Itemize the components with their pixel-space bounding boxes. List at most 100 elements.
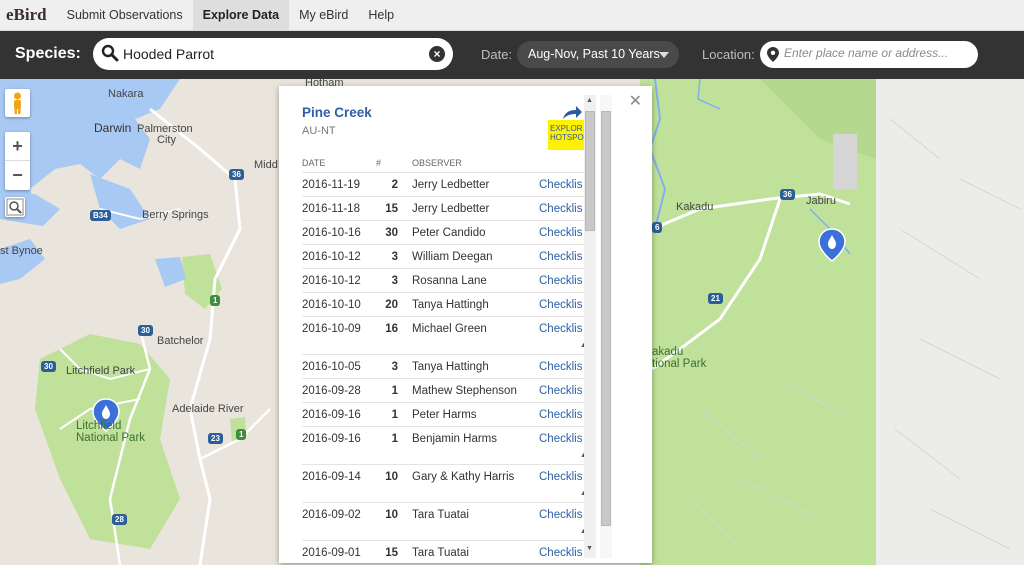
table-scrollbar[interactable]: ▲ ▼ [584,95,596,558]
row-date: 2016-10-10 [302,299,361,311]
map-label-litchfield-np-1: Litchfield [76,420,122,432]
row-count: 3 [391,275,398,287]
row-date: 2016-10-12 [302,275,361,287]
search-icon [101,44,119,62]
zoom-out-button[interactable]: − [5,161,30,190]
row-date: 2016-11-18 [302,203,360,215]
nav-my-ebird[interactable]: My eBird [289,0,358,30]
route-shield-6: 6 [652,222,663,233]
zoom-in-button[interactable]: + [5,132,30,161]
nav-help[interactable]: Help [358,0,404,30]
map-label-nakara: Nakara [108,88,144,100]
hotspot-title[interactable]: Pine Creek [302,105,372,120]
map-label-kakadu-np-1: akadu [652,346,684,358]
checklist-link[interactable]: Checklis [539,385,584,397]
explore-line-2: HOTSPO [550,133,584,142]
table-row: 2016-09-16 1 Peter Harms Checklis [302,402,584,426]
location-label: Location: [702,47,755,62]
checklist-link[interactable]: Checklis [539,433,584,445]
row-date: 2016-09-28 [302,385,361,397]
row-date: 2016-09-16 [302,409,361,421]
popup-scrollbar[interactable] [600,95,612,558]
checklist-link[interactable]: Checklis [539,547,584,559]
pegman-icon [14,92,21,114]
row-observer: William Deegan [412,251,493,263]
location-pin-icon [767,47,779,62]
row-observer: Tanya Hattingh [412,361,489,373]
ebird-logo[interactable]: eBird [0,0,57,30]
route-shield-36: 36 [229,169,244,180]
checklist-link[interactable]: Checklis [539,299,584,311]
date-label: Date: [481,47,513,62]
species-input[interactable]: Hooded Parrot × [93,38,453,70]
location-field[interactable] [760,41,978,68]
table-row: 2016-10-10 20 Tanya Hattingh Checklis [302,292,584,316]
checklist-link[interactable]: Checklis [539,275,584,287]
row-observer: Benjamin Harms [412,433,497,445]
row-count: 3 [391,361,398,373]
table-row: 2016-09-28 1 Mathew Stephenson Checklis [302,378,584,402]
species-label: Species: [15,45,81,62]
box-zoom-button[interactable] [5,197,25,217]
arrow-icon [563,106,582,119]
magnifier-icon [6,198,24,216]
row-date: 2016-09-01 [302,547,361,559]
row-date: 2016-10-09 [302,323,361,335]
route-shield-36-east: 36 [780,189,795,200]
table-row: 2016-11-19 2 Jerry Ledbetter Checklis [302,172,584,196]
route-shield-1-south: 1 [236,429,247,440]
row-observer: Jerry Ledbetter [412,203,490,215]
checklist-link[interactable]: Checklis [539,251,584,263]
route-shield-23: 23 [208,433,223,444]
route-shield-30: 30 [138,325,153,336]
checklist-link[interactable]: Checklis [539,179,584,191]
map-label-litchfield-park: Litchfield Park [66,365,136,377]
checklist-link[interactable]: Checklis [539,203,584,215]
table-scrollbar-thumb[interactable] [585,111,595,231]
row-count: 10 [385,509,398,521]
table-row: 2016-09-1410Gary & Kathy HarrisChecklis▲ [302,464,587,502]
row-count: 10 [385,471,398,483]
nav-explore-data[interactable]: Explore Data [192,0,290,30]
table-row: 2016-10-12 3 William Deegan Checklis [302,244,584,268]
scroll-down-icon[interactable]: ▼ [586,545,593,552]
street-view-pegman[interactable] [5,89,30,117]
route-shield-28: 28 [112,514,127,525]
checklist-link[interactable]: Checklis [539,323,584,335]
close-icon[interactable]: ✕ [629,91,642,111]
row-observer: Tara Tuatai [412,547,469,559]
clear-icon[interactable]: × [429,46,445,62]
map-label-litchfield-np-2: National Park [76,432,146,444]
map-label-kakadu-np-2: tional Park [652,358,707,370]
row-date: 2016-10-16 [302,227,361,239]
checklist-link[interactable]: Checklis [539,471,584,483]
logo-text: eBird [6,5,47,24]
popup-scrollbar-thumb[interactable] [601,111,611,526]
checklist-link[interactable]: Checklis [539,409,584,421]
row-observer: Peter Candido [412,227,486,239]
checklist-link[interactable]: Checklis [539,509,584,521]
table-row: 2016-09-0210Tara TuataiChecklis▲ [302,502,587,540]
row-observer: Rosanna Lane [412,275,487,287]
row-count: 1 [391,433,398,445]
location-input[interactable] [784,46,969,60]
row-observer: Tanya Hattingh [412,299,489,311]
route-shield-b34: B34 [90,210,111,221]
row-date: 2016-09-14 [302,471,361,483]
row-observer: Gary & Kathy Harris [412,471,515,483]
map-label-berry-springs: Berry Springs [142,209,209,221]
explore-hotspot-button[interactable]: EXPLOR HOTSPO [548,120,584,150]
column-date: DATE [302,158,326,168]
map-label-batchelor: Batchelor [157,335,204,347]
checklist-link[interactable]: Checklis [539,361,584,373]
row-date: 2016-11-19 [302,179,360,191]
row-observer: Michael Green [412,323,487,335]
map-label-adelaide-river: Adelaide River [172,403,244,415]
scroll-up-icon[interactable]: ▲ [586,97,593,104]
nav-submit-observations[interactable]: Submit Observations [57,0,193,30]
row-count: 1 [391,385,398,397]
checklist-link[interactable]: Checklis [539,227,584,239]
date-select[interactable]: Aug-Nov, Past 10 Years [517,41,679,68]
table-row: 2016-09-01 15 Tara Tuatai Checklis [302,540,584,563]
map-label-bynoe: st Bynoe [0,245,43,257]
